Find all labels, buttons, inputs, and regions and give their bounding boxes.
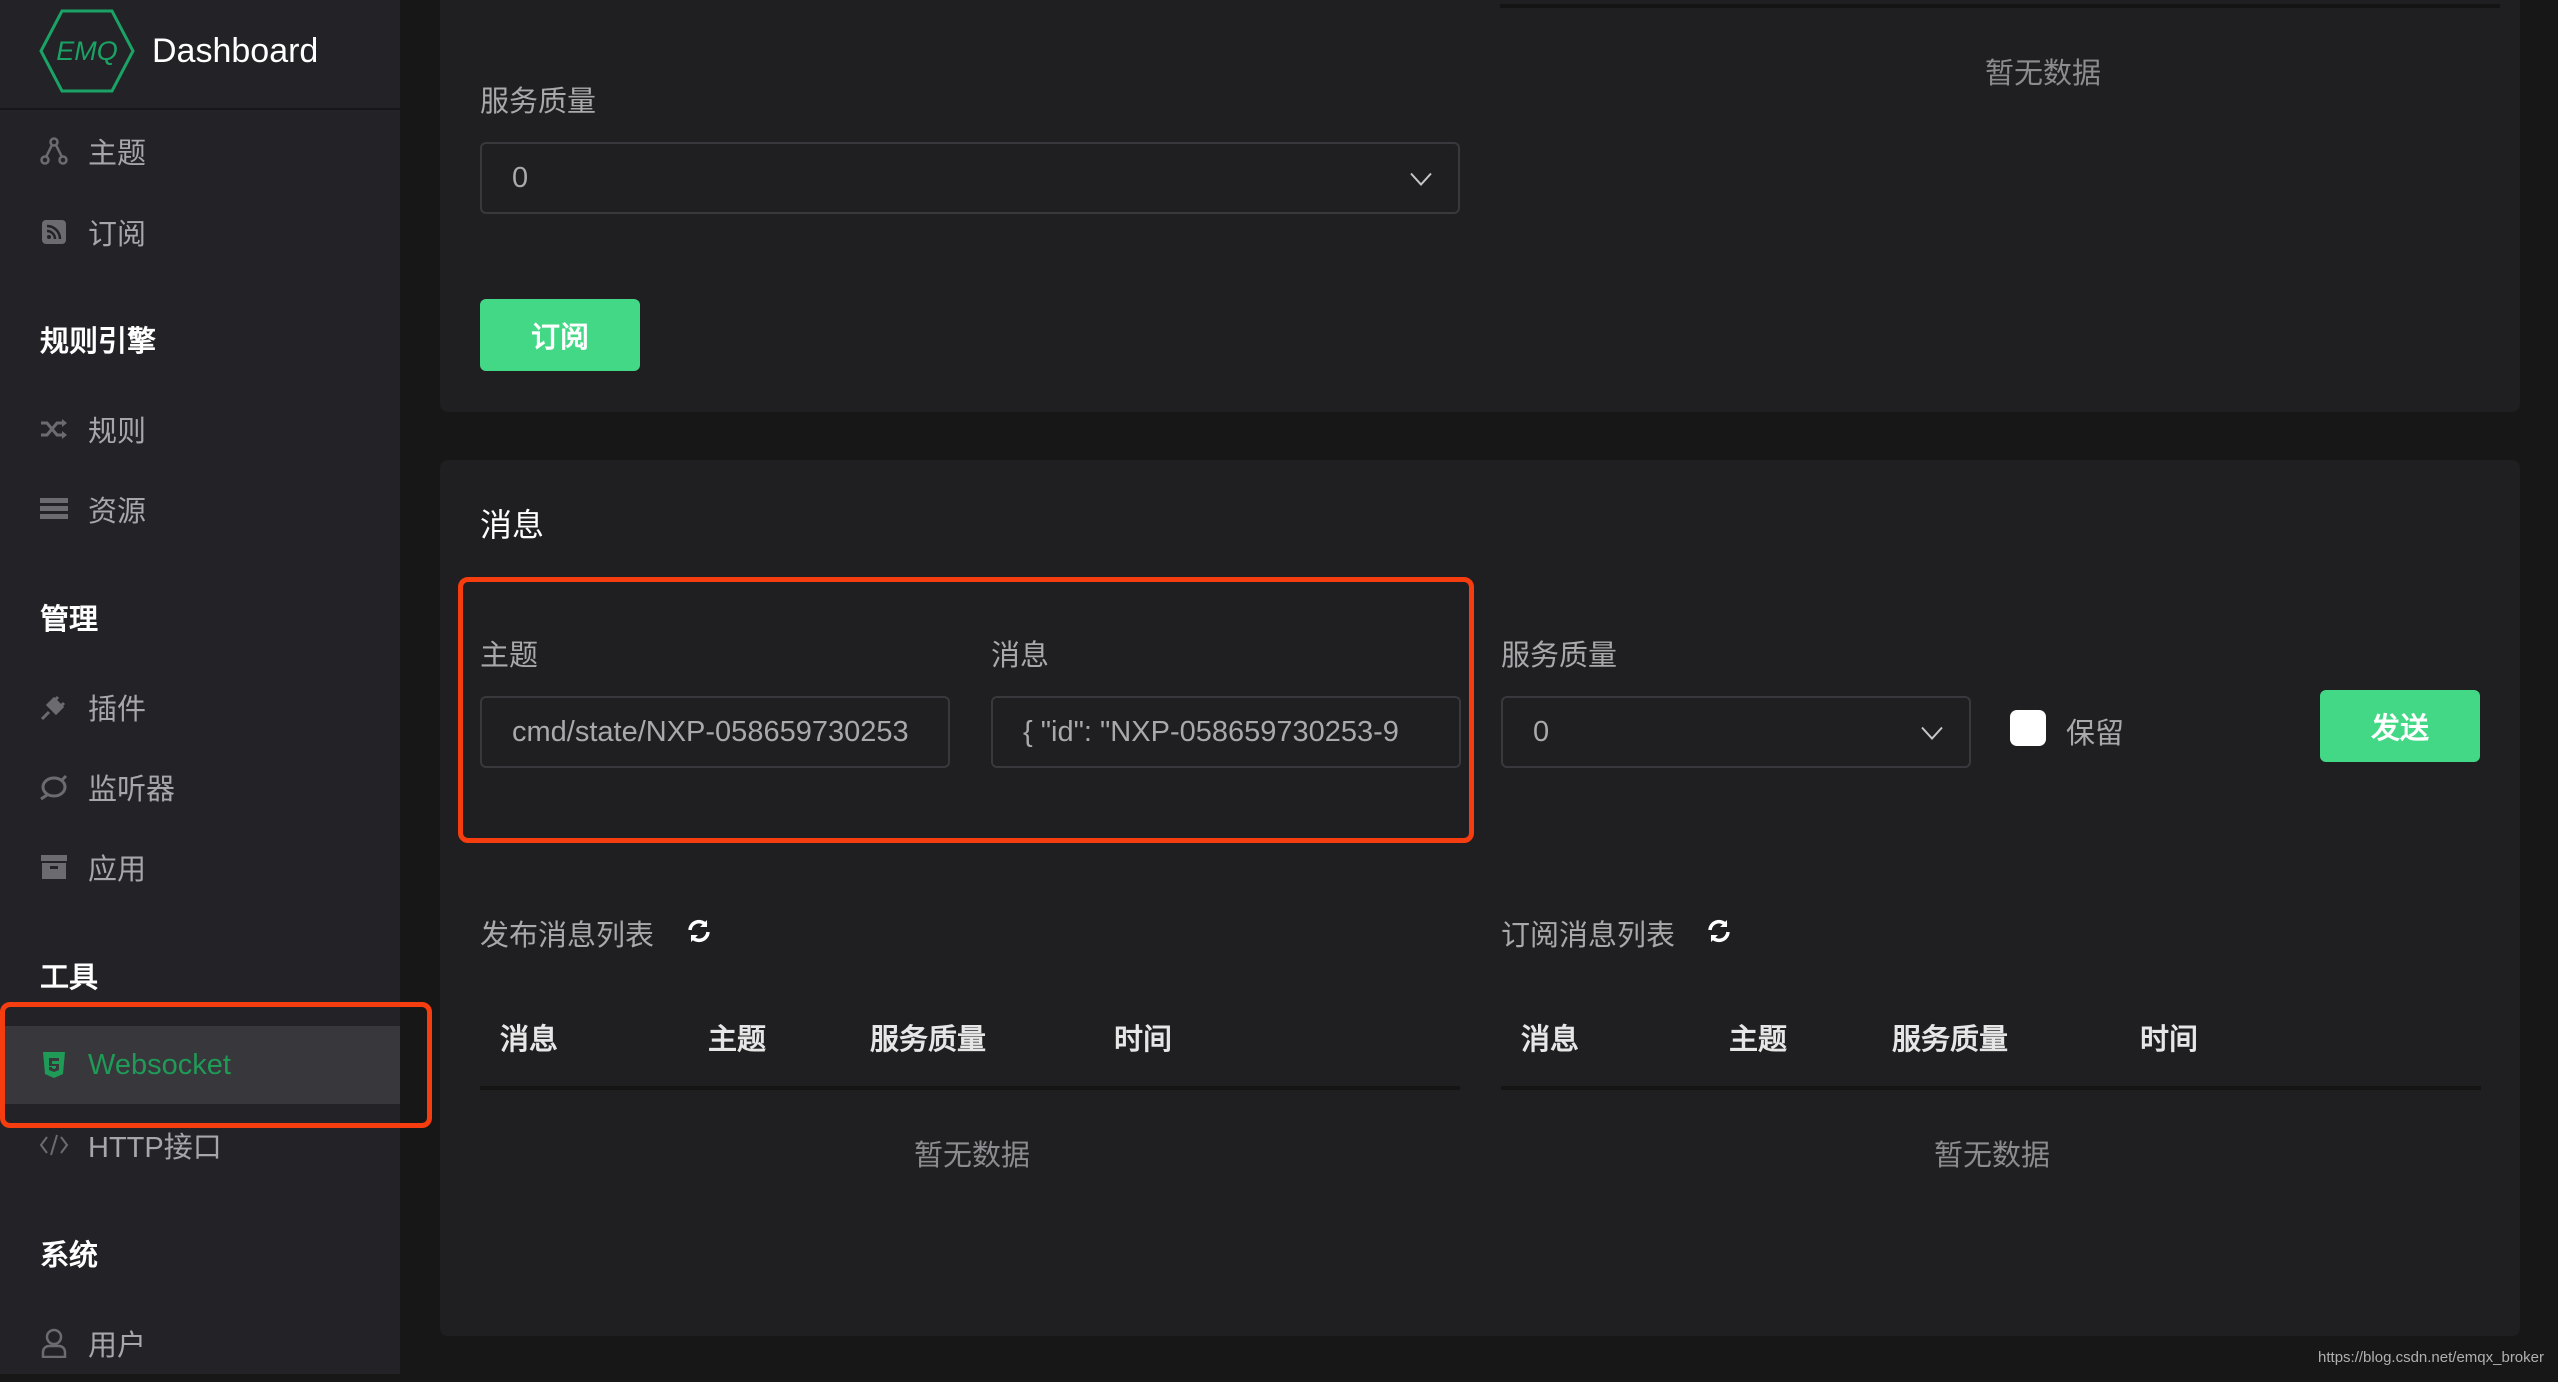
refresh-published-icon[interactable] [686,918,712,944]
sub-qos-value: 0 [512,161,529,194]
sidebar-item-label: 监听器 [88,774,176,806]
pub-qos-value: 0 [1533,715,1550,748]
svg-text:EMQ: EMQ [56,36,118,66]
app-title: Dashboard [152,31,319,70]
sidebar-item-label: 订阅 [88,219,147,251]
subscribed-col-topic: 主题 [1729,1024,1788,1056]
sidebar-item-resources[interactable]: 资源 [0,470,400,548]
sidebar-item-plugins[interactable]: 插件 [0,668,400,746]
sidebar-item-topics[interactable]: 主题 [0,112,400,190]
subscribed-col-qos: 服务质量 [1892,1024,2009,1056]
table-divider [1500,4,2500,8]
chevron-down-icon [1921,716,1943,749]
subscribe-card: 暂无数据 服务质量 0 订阅 [440,0,2520,412]
subscribed-col-message: 消息 [1521,1024,1580,1056]
published-col-topic: 主题 [708,1024,767,1056]
divider [0,108,400,110]
sidebar-item-subscriptions[interactable]: 订阅 [0,193,400,271]
retain-checkbox[interactable] [2010,710,2046,746]
sidebar-item-label: 用户 [88,1330,147,1362]
sidebar-item-listeners[interactable]: 监听器 [0,748,400,826]
table-divider [1501,1086,2481,1090]
sub-qos-label: 服务质量 [480,86,597,118]
subscribed-col-time: 时间 [2140,1024,2199,1056]
sidebar-item-users[interactable]: 用户 [0,1304,400,1382]
inputs-highlight-box [458,577,1474,843]
subscribed-list-title: 订阅消息列表 [1501,920,1676,952]
sidebar-item-label: 应用 [88,854,147,886]
logo[interactable]: EMQ Dashboard [38,8,318,94]
chevron-down-icon [1410,162,1432,195]
published-col-qos: 服务质量 [870,1024,987,1056]
code-icon [38,1129,70,1161]
sidebar-item-applications[interactable]: 应用 [0,828,400,906]
pub-qos-label: 服务质量 [1501,640,1618,672]
nav-group-system: 系统 [40,1240,99,1272]
watermark: https://blog.csdn.net/emqx_broker [2318,1349,2544,1366]
nav-group-rule-engine: 规则引擎 [40,326,157,358]
nav-group-management: 管理 [40,604,99,636]
server-icon [38,493,70,525]
sidebar-item-rules[interactable]: 规则 [0,390,400,468]
emq-logo-icon: EMQ [39,9,135,93]
table-divider [480,1086,1460,1090]
published-empty-text: 暂无数据 [914,1140,1031,1172]
subscriptions-empty-text: 暂无数据 [1985,58,2102,90]
published-list-title: 发布消息列表 [480,920,655,952]
subscribe-button[interactable]: 订阅 [480,299,640,371]
subscribed-empty-text: 暂无数据 [1934,1140,2051,1172]
sidebar-item-label: 规则 [88,416,147,448]
refresh-subscribed-icon[interactable] [1706,918,1732,944]
plug-icon [38,691,70,723]
sub-qos-select[interactable]: 0 [480,142,1460,214]
sidebar-item-label: 插件 [88,694,147,726]
sidebar: EMQ Dashboard 主题 订阅 规则引擎 规则 资源 管理 插件 监听器… [0,0,400,1374]
archive-icon [38,851,70,883]
user-icon [38,1327,70,1359]
topic-icon [38,135,70,167]
published-col-time: 时间 [1114,1024,1173,1056]
shuffle-icon [38,413,70,445]
sidebar-item-label: HTTP接口 [88,1132,222,1164]
listener-icon [38,771,70,803]
send-button[interactable]: 发送 [2320,690,2480,762]
published-col-message: 消息 [500,1024,559,1056]
rss-icon [38,216,70,248]
sidebar-item-label: 资源 [88,496,147,528]
pub-qos-select[interactable]: 0 [1501,696,1971,768]
retain-label: 保留 [2066,718,2125,750]
nav-group-tools: 工具 [40,962,99,994]
message-section-title: 消息 [480,507,545,543]
sidebar-item-label: 主题 [88,138,147,170]
websocket-highlight-box [0,1002,432,1128]
